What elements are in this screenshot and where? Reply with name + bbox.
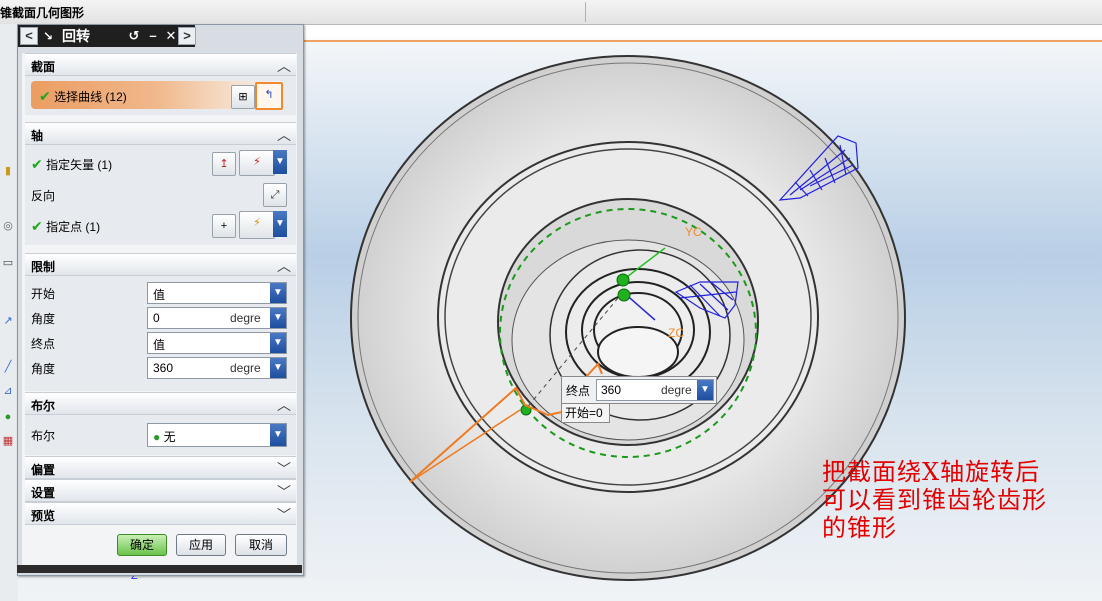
start-angle-value: 0 [153, 311, 160, 325]
chevron-up-icon[interactable]: ︿ [277, 395, 291, 415]
axis-point-1 [616, 273, 630, 287]
specify-point-label: ✔ 指定点 (1) [31, 218, 101, 234]
boolean-value: ● 无 [153, 430, 176, 444]
chevron-up-icon[interactable]: ︿ [277, 125, 291, 145]
bore [597, 326, 679, 378]
start-type-select[interactable]: 值 ▼ [147, 282, 287, 304]
dialog-panel: 截面 ︿ ✔ 选择曲线 (12) ⊞ ↰ 轴 ︿ ✔ 指定矢量 (1) ↥ ⚡ … [22, 53, 297, 571]
section-header-section[interactable]: 截面 ︿ [25, 53, 296, 76]
boolean-select[interactable]: ● 无 ▼ [147, 423, 287, 447]
zc-axis-label: ZC [668, 326, 684, 340]
boolean-none-icon: ● [153, 430, 161, 444]
check-icon: ✔ [31, 156, 43, 172]
sketch-section-icon[interactable]: ⊞ [231, 85, 255, 109]
limits-body: 开始 值 ▼ 角度 0 degre ▼ 终点 值 ▼ 角度 360 degre … [25, 276, 296, 391]
section-header-preview[interactable]: 预览 ﹀ [25, 502, 296, 525]
collapse-left-icon[interactable]: < [20, 27, 38, 45]
minimize-icon[interactable]: – [145, 27, 161, 45]
unit-dropdown-icon[interactable]: ▼ [270, 308, 286, 328]
section-header-axis[interactable]: 轴 ︿ [25, 122, 296, 145]
dialog-titlebar: < ↘ 回转 ↺ – ✕ > [18, 25, 196, 47]
section-header-settings[interactable]: 设置 ﹀ [25, 479, 296, 502]
annotation-line-1: 把截面绕X轴旋转后 [822, 458, 1041, 486]
reverse-direction-icon[interactable]: ⤢ [263, 183, 287, 207]
start-angle-input[interactable]: 0 degre ▼ [147, 307, 287, 329]
ok-button[interactable]: 确定 [117, 534, 167, 556]
cancel-button[interactable]: 取消 [235, 534, 287, 556]
chevron-down-icon[interactable]: ▼ [270, 333, 286, 353]
unit-dropdown-icon[interactable]: ▼ [270, 358, 286, 378]
point-type-icon[interactable]: ⚡ [239, 211, 275, 239]
reset-icon[interactable]: ↺ [126, 27, 142, 45]
float-end-value: 360 [601, 383, 622, 397]
start-angle-unit: degre [230, 311, 261, 325]
chevron-down-icon[interactable]: ﹀ [277, 482, 291, 502]
annotation-line-2: 可以看到锥齿轮齿形 [822, 486, 1047, 514]
section-header-boolean[interactable]: 布尔 ︿ [25, 392, 296, 415]
boolean-body: 布尔 ● 无 ▼ [25, 415, 296, 455]
end-angle-label: 角度 [31, 362, 56, 376]
select-curve-label: ✔ 选择曲线 (12) [39, 88, 127, 104]
axis-title: 轴 [31, 129, 44, 143]
dialog-title: 回转 [62, 28, 90, 44]
float-end-input[interactable]: 360 degre ▼ [596, 379, 714, 401]
check-icon: ✔ [31, 218, 43, 234]
floating-end-angle[interactable]: 终点 360 degre ▼ [561, 376, 717, 404]
annotation-line-3: 的锥形 [822, 514, 897, 542]
reverse-label: 反向 [31, 189, 56, 203]
boolean-title: 布尔 [31, 399, 56, 413]
start-type-value: 值 [153, 288, 166, 302]
expand-right-icon[interactable]: > [178, 27, 196, 45]
check-icon: ✔ [39, 88, 51, 104]
preview-title: 预览 [31, 509, 56, 523]
offset-title: 偏置 [31, 463, 56, 477]
section-header-offset[interactable]: 偏置 ﹀ [25, 456, 296, 479]
curve-select-icon[interactable]: ↰ [255, 82, 283, 110]
chevron-down-icon[interactable]: ﹀ [277, 505, 291, 525]
dialog-bottom-bar [17, 565, 302, 573]
annotation-text: 把截面绕X轴旋转后 可以看到锥齿轮齿形 的锥形 [822, 458, 1047, 542]
end-angle-unit: degre [230, 361, 261, 375]
end-type-value: 值 [153, 338, 166, 352]
revolve-tool-icon: ↘ [42, 29, 54, 43]
boolean-field-label: 布尔 [31, 429, 56, 443]
point-type-dropdown[interactable]: ▼ [273, 211, 287, 237]
floating-start-label: 开始=0 [561, 403, 610, 423]
yc-axis-label: YC [685, 225, 702, 239]
end-type-select[interactable]: 值 ▼ [147, 332, 287, 354]
section-title: 截面 [31, 60, 56, 74]
revolve-dialog: < ↘ 回转 ↺ – ✕ > 截面 ︿ ✔ 选择曲线 (12) ⊞ ↰ 轴 ︿ … [17, 24, 304, 576]
end-angle-value: 360 [153, 361, 174, 375]
end-angle-input[interactable]: 360 degre ▼ [147, 357, 287, 379]
chevron-up-icon[interactable]: ︿ [277, 256, 291, 276]
start-angle-label: 角度 [31, 312, 56, 326]
specify-vector-label: ✔ 指定矢量 (1) [31, 156, 113, 172]
start-label: 开始 [31, 287, 56, 301]
vector-type-dropdown[interactable]: ▼ [273, 150, 287, 174]
limits-title: 限制 [31, 260, 56, 274]
chevron-up-icon[interactable]: ︿ [277, 56, 291, 76]
apply-button[interactable]: 应用 [176, 534, 226, 556]
vector-dialog-icon[interactable]: ↥ [212, 152, 236, 176]
float-end-unit: degre [661, 383, 692, 397]
end-label: 终点 [31, 337, 56, 351]
settings-title: 设置 [31, 486, 56, 500]
section-header-limits[interactable]: 限制 ︿ [25, 253, 296, 276]
axis-point-2 [617, 288, 631, 302]
float-end-label: 终点 [566, 384, 591, 398]
chevron-down-icon[interactable]: ▼ [270, 283, 286, 303]
axis-body: ✔ 指定矢量 (1) ↥ ⚡ ▼ 反向 ⤢ ✔ 指定点 (1) + ⚡ ▼ [25, 145, 296, 245]
section-body: ✔ 选择曲线 (12) ⊞ ↰ [25, 76, 296, 115]
chevron-down-icon[interactable]: ﹀ [277, 459, 291, 479]
float-unit-dropdown-icon[interactable]: ▼ [697, 380, 713, 400]
close-icon[interactable]: ✕ [163, 27, 179, 45]
chevron-down-icon[interactable]: ▼ [270, 424, 286, 446]
point-dialog-icon[interactable]: + [212, 214, 236, 238]
vector-type-icon[interactable]: ⚡ [239, 150, 275, 176]
